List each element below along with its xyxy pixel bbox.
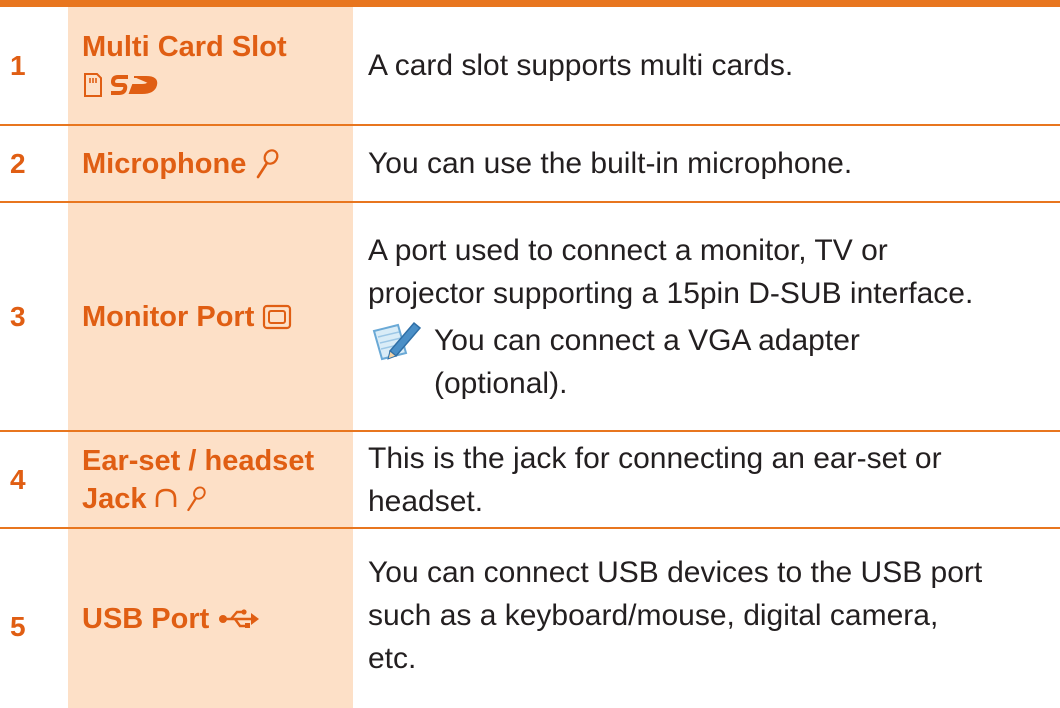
row-name: Ear-set / headset Jack <box>68 432 353 527</box>
description-line: You can connect USB devices to the USB p… <box>368 556 983 589</box>
row-description: This is the jack for connecting an ear-s… <box>368 432 1060 527</box>
row-number: 2 <box>10 147 26 179</box>
table-row: 3 Monitor Port A port used to connect a … <box>0 203 1060 430</box>
description-line: projector supporting a 15pin D-SUB inter… <box>368 276 974 310</box>
row-name-label: USB Port <box>82 602 210 635</box>
table-row: 4 Ear-set / headset Jack This is the jac… <box>0 432 1060 527</box>
description-line: etc. <box>368 642 417 675</box>
microphone-icon <box>257 148 279 178</box>
row-description: A card slot supports multi cards. <box>368 7 1060 124</box>
sd-card-icon <box>84 72 102 97</box>
row-name-label: Ear-set / headset <box>82 444 315 477</box>
description-line: A port used to connect a monitor, TV or <box>368 233 888 267</box>
table-row: 5 USB Port You can connect USB devices t… <box>0 529 1060 708</box>
row-name-label: Monitor Port <box>82 300 255 333</box>
row-name-label: Jack <box>82 482 147 515</box>
row-description: A port used to connect a monitor, TV or … <box>368 203 1060 430</box>
note: You can connect a VGA adapter (optional)… <box>368 319 1060 405</box>
row-number: 1 <box>10 49 26 81</box>
note-line: (optional). <box>434 366 568 400</box>
sd-logo-icon <box>111 74 158 95</box>
table-row: 2 Microphone You can use the built-in mi… <box>0 126 1060 201</box>
top-rule <box>0 0 1060 7</box>
headphone-icon <box>155 488 176 507</box>
row-number: 4 <box>10 463 26 495</box>
description-line: A card slot supports multi cards. <box>368 49 794 82</box>
row-name: Monitor Port <box>68 203 353 430</box>
description-line: headset. <box>368 484 484 518</box>
row-name: Multi Card Slot <box>68 7 353 124</box>
usb-icon <box>219 608 260 628</box>
row-number: 5 <box>10 610 26 642</box>
monitor-icon <box>263 304 292 329</box>
note-line: You can connect a VGA adapter <box>434 323 860 357</box>
description-line: You can use the built-in microphone. <box>368 147 853 180</box>
memo-pencil-icon <box>372 321 422 360</box>
row-name-label: Microphone <box>82 147 247 180</box>
description-line: such as a keyboard/mouse, digital camera… <box>368 599 939 632</box>
row-description: You can use the built-in microphone. <box>368 126 1060 201</box>
description-line: This is the jack for connecting an ear-s… <box>368 441 942 475</box>
microphone-icon <box>186 485 206 511</box>
row-number: 3 <box>10 300 26 332</box>
table-row: 1 Multi Card Slot A card slot supports m… <box>0 7 1060 124</box>
row-name: USB Port <box>68 529 353 708</box>
row-name: Microphone <box>68 126 353 201</box>
row-name-label: Multi Card Slot <box>82 30 287 63</box>
row-description: You can connect USB devices to the USB p… <box>368 529 1060 708</box>
